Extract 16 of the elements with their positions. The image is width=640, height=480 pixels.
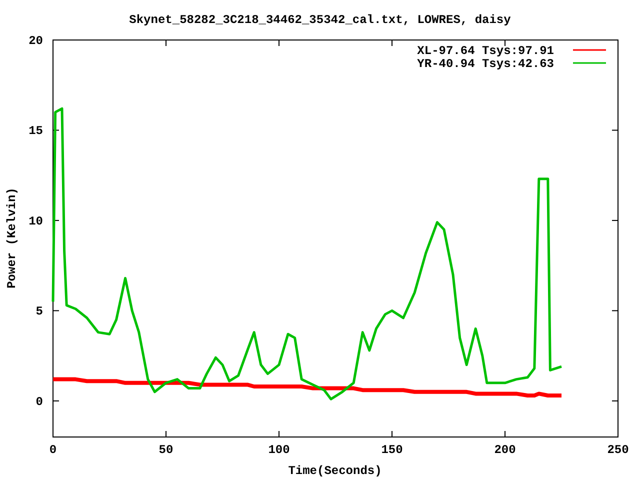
legend-label: YR-40.94 Tsys:42.63 [417, 57, 554, 71]
y-axis-label: Power (Kelvin) [5, 188, 19, 288]
x-tick-label: 0 [49, 443, 57, 457]
x-tick-label: 250 [607, 443, 629, 457]
y-tick-label: 0 [36, 394, 43, 409]
y-tick-label: 10 [28, 214, 43, 228]
legend-label: XL-97.64 Tsys:97.91 [417, 44, 554, 58]
x-tick-label: 200 [494, 443, 516, 457]
x-axis-label: Time(Seconds) [288, 464, 382, 478]
x-tick-label: 150 [381, 443, 403, 457]
x-tick-label: 100 [268, 443, 290, 457]
y-tick-label: 5 [36, 304, 43, 319]
y-tick-label: 20 [28, 34, 43, 48]
y-tick-label: 15 [28, 124, 43, 138]
chart-title: Skynet_58282_3C218_34462_35342_cal.txt, LOWRES, daisy [129, 13, 511, 27]
x-tick-label: 50 [158, 443, 174, 457]
